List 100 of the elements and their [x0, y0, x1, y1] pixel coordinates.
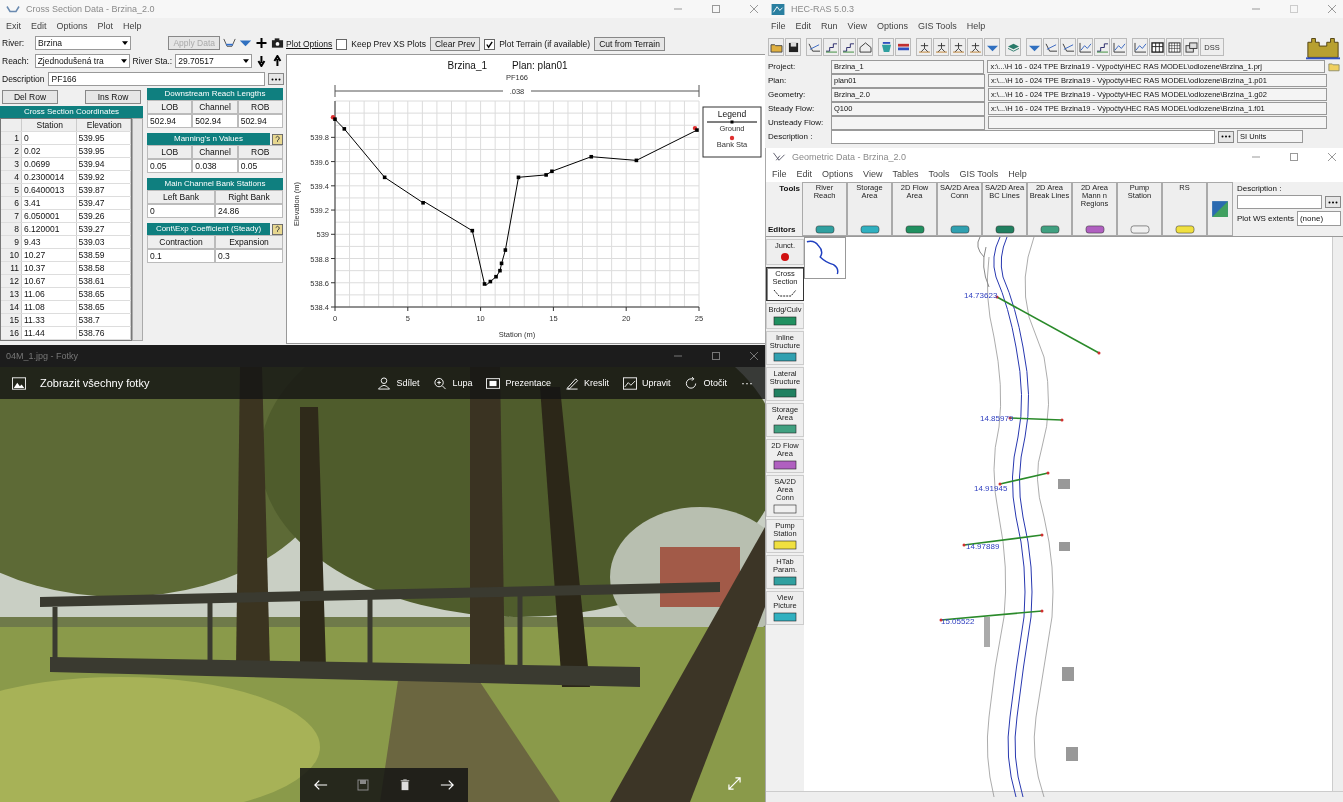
more-button[interactable]: ···	[741, 376, 753, 390]
row-number: 8	[1, 223, 22, 235]
plot-ws-dropdown[interactable]: (none)	[1296, 211, 1341, 226]
field-label: Geometry:	[768, 90, 807, 99]
row-number: 12	[1, 275, 22, 287]
table-cell: 538.58	[76, 262, 131, 274]
column-header: LOB	[147, 145, 193, 159]
table-cell: 538.65	[76, 301, 131, 313]
window-title: Geometric Data - Brzina_2.0	[792, 152, 907, 162]
clear-prev-button[interactable]: Clear Prev	[429, 37, 481, 51]
row-number: 6	[1, 197, 22, 209]
group-title: Manning's n Values	[147, 133, 270, 145]
toolbar-button[interactable]: Kreslit	[564, 376, 609, 390]
menu-item[interactable]: File	[772, 169, 787, 179]
row-number: 10	[1, 249, 22, 261]
toolbar-button[interactable]: Prezentace	[486, 376, 551, 390]
station-label: 14.91945	[974, 484, 1008, 493]
table-cell[interactable]: 0.05	[237, 159, 283, 173]
table-cell: 539.26	[76, 210, 131, 222]
plot-options-link[interactable]: Plot Options	[286, 39, 333, 49]
row-number: 13	[1, 288, 22, 300]
table-cell[interactable]: 24.86	[215, 204, 283, 218]
description-field[interactable]: PF166	[47, 72, 265, 86]
table-cell[interactable]: 502.94	[192, 114, 238, 128]
station-label: 14.73623	[964, 291, 998, 300]
table-cell: 539.47	[76, 197, 131, 209]
menu-item[interactable]: Help	[966, 21, 986, 31]
column-header: Left Bank	[147, 190, 215, 204]
table-cell: 6.050001	[22, 210, 77, 222]
station-label: 14.85979	[980, 414, 1014, 423]
column-header: Contraction	[147, 235, 215, 249]
row-number: 3	[1, 158, 22, 170]
menu-item[interactable]: Tables	[892, 169, 919, 179]
reach-dropdown[interactable]: Zjednodušená tra	[34, 54, 130, 68]
table-cell: 539.27	[76, 223, 131, 235]
table-cell: 10.37	[22, 262, 77, 274]
column-header: Channel	[192, 145, 238, 159]
toolbar-button[interactable]: Lupa	[433, 376, 473, 390]
toolbar-button[interactable]: Sdílet	[377, 376, 420, 390]
row-number: 5	[1, 184, 22, 196]
menu-item[interactable]: Options	[876, 21, 908, 31]
table-cell[interactable]: 0	[147, 204, 215, 218]
menu-item[interactable]: Edit	[31, 21, 47, 31]
river-station-label: River Sta.:	[132, 56, 173, 66]
menu-item[interactable]: Exit	[6, 21, 21, 31]
table-cell: 539.03	[76, 236, 131, 248]
group-title: Cont\Exp Coefficient (Steady)	[147, 223, 270, 235]
column-header: Right Bank	[215, 190, 283, 204]
field-label: Steady Flow:	[768, 104, 816, 113]
menu-item[interactable]: Help	[123, 21, 142, 31]
table-cell[interactable]: 502.94	[237, 114, 283, 128]
menu-item[interactable]: GIS Tools	[917, 21, 957, 31]
river-dropdown[interactable]: Brzina	[35, 36, 131, 50]
table-cell: 0.6400013	[22, 184, 77, 196]
table-cell[interactable]: 502.94	[147, 114, 193, 128]
column-header: Station	[22, 119, 77, 131]
window-title: Cross Section Data - Brzina_2.0	[26, 4, 155, 14]
menu-item[interactable]: Run	[821, 21, 838, 31]
table-title: Cross Section Coordinates	[0, 106, 143, 118]
menu-item[interactable]: View	[863, 169, 883, 179]
river-station-dropdown[interactable]: 29.70517	[175, 54, 253, 68]
delete-row-button[interactable]: Del Row	[2, 90, 58, 104]
window-title: HEC-RAS 5.0.3	[791, 4, 855, 14]
table-cell[interactable]: 0.038	[192, 159, 238, 173]
cut-from-terrain-button[interactable]: Cut from Terrain	[594, 37, 665, 51]
field-label: Project:	[768, 62, 797, 71]
menu-item[interactable]: Options	[56, 21, 88, 31]
menu-item[interactable]: Tools	[928, 169, 950, 179]
column-header: Elevation	[76, 119, 131, 131]
table-cell: 0.0699	[22, 158, 77, 170]
station-label: 14.97889	[966, 542, 1000, 551]
menu-item[interactable]: View	[847, 21, 867, 31]
table-cell: 3.41	[22, 197, 77, 209]
reach-label: Reach:	[2, 56, 30, 66]
checkbox-label: Plot Terrain (if available)	[499, 39, 591, 49]
menu-item[interactable]: Plot	[97, 21, 114, 31]
table-cell: 539.92	[76, 171, 131, 183]
menu-item[interactable]: GIS Tools	[959, 169, 999, 179]
menu-item[interactable]: Edit	[795, 21, 812, 31]
table-cell[interactable]: 0.05	[147, 159, 193, 173]
menu-item[interactable]: Options	[822, 169, 854, 179]
row-number: 7	[1, 210, 22, 222]
description-label: Description :	[1237, 184, 1283, 193]
insert-row-button[interactable]: Ins Row	[85, 90, 141, 104]
menu-item[interactable]: Help	[1008, 169, 1027, 179]
menu-item[interactable]: File	[771, 21, 786, 31]
table-cell: 6.120001	[22, 223, 77, 235]
group-title: Downstream Reach Lengths	[147, 88, 283, 100]
row-number: 9	[1, 236, 22, 248]
river-label: River:	[2, 38, 26, 48]
table-cell: 538.76	[76, 327, 131, 339]
toolbar-button[interactable]: Otočit	[684, 376, 727, 390]
table-cell: 11.08	[22, 301, 77, 313]
table-cell[interactable]: 0.3	[215, 249, 283, 263]
table-cell[interactable]: 0.1	[147, 249, 215, 263]
column-header: ROB	[237, 100, 283, 114]
see-all-photos-link[interactable]: Zobrazit všechny fotky	[40, 377, 150, 389]
description-label: Description :	[768, 132, 814, 141]
toolbar-button[interactable]: Upravit	[622, 376, 671, 390]
menu-item[interactable]: Edit	[796, 169, 813, 179]
